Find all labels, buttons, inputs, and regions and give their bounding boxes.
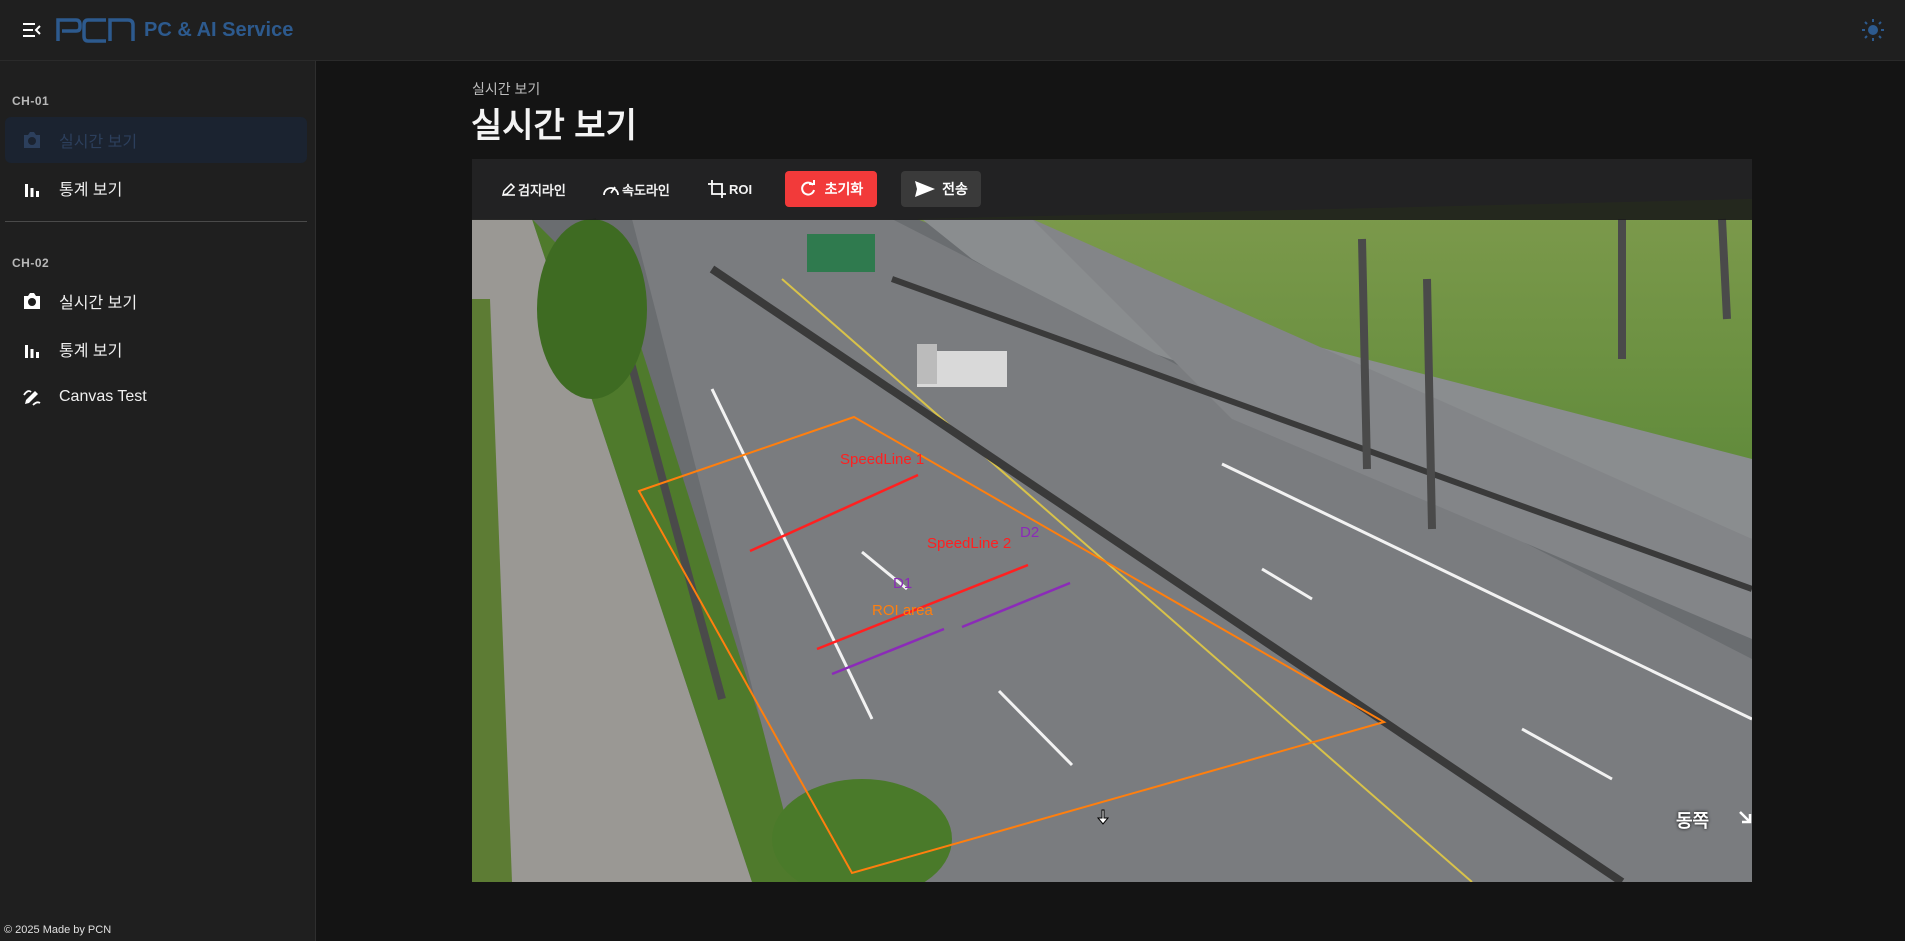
speedometer-icon [603, 186, 619, 196]
draw-icon [21, 386, 43, 408]
camera-icon [21, 129, 43, 151]
send-icon [915, 181, 936, 197]
section-title-ch02: CH-02 [12, 256, 50, 270]
camera-frame: SpeedLine 1 SpeedLine 2 D2 D1 ROI area [472, 159, 1752, 882]
sidebar-item-ch02-live[interactable]: 실시간 보기 [5, 278, 307, 324]
direction-label: 동쪽 [1676, 811, 1710, 831]
drawing-toolbar: 검지라인 속도라인 ROI 초기화 전송 [472, 159, 1752, 220]
page-title: 실시간 보기 [471, 107, 637, 145]
speed-line-tool[interactable]: 속도라인 [602, 172, 670, 206]
theme-toggle-sun-icon[interactable] [1859, 16, 1887, 44]
pencil-icon [502, 182, 516, 196]
refresh-icon [800, 180, 815, 196]
breadcrumb: 실시간 보기 [472, 81, 541, 97]
brand[interactable]: PC & AI Service [56, 17, 293, 43]
speedline1-label: SpeedLine 1 [840, 451, 924, 468]
top-app-bar: PC & AI Service [0, 0, 1905, 61]
sidebar-item-label: Canvas Test [59, 388, 147, 405]
crop-icon [708, 180, 726, 198]
roi-tool[interactable]: ROI [707, 172, 752, 206]
sidebar-item-ch01-live[interactable]: 실시간 보기 [5, 117, 307, 163]
camera-icon [21, 290, 43, 312]
sidebar-item-ch02-stats[interactable]: 통계 보기 [5, 326, 307, 372]
live-video-viewer[interactable]: SpeedLine 1 SpeedLine 2 D2 D1 ROI area 동… [472, 159, 1752, 882]
bar-chart-icon [21, 338, 43, 360]
pcn-logo-icon [56, 18, 135, 43]
detect-line-label: 검지라인 [518, 182, 566, 198]
speedline2-label: SpeedLine 2 [927, 535, 1011, 552]
roi-area-label: ROI area [872, 602, 934, 619]
detect-line-tool[interactable]: 검지라인 [502, 172, 566, 206]
footer-text: © 2025 Made by PCN [4, 924, 112, 936]
brand-name: PC & AI Service [144, 18, 294, 41]
sidebar-item-label: 통계 보기 [59, 343, 123, 360]
send-button[interactable]: 전송 [901, 171, 981, 207]
d2-label: D2 [1020, 524, 1039, 541]
sidebar-divider [5, 221, 307, 222]
bar-chart-icon [21, 177, 43, 199]
roi-label: ROI [729, 181, 753, 197]
sidebar-item-label: 실시간 보기 [59, 295, 138, 312]
reset-button[interactable]: 초기화 [785, 171, 877, 207]
send-label: 전송 [942, 181, 968, 197]
speed-line-label: 속도라인 [622, 182, 670, 198]
sidebar-item-label: 통계 보기 [59, 182, 123, 199]
sidebar: CH-01 실시간 보기 통계 보기 CH-02 실시간 보기 통계 보기 Ca… [0, 61, 316, 941]
sidebar-item-label: 실시간 보기 [59, 134, 138, 151]
section-title-ch01: CH-01 [12, 94, 50, 108]
reset-label: 초기화 [824, 181, 864, 197]
sidebar-item-ch02-canvas-test[interactable]: Canvas Test [5, 374, 307, 420]
sidebar-item-ch01-stats[interactable]: 통계 보기 [5, 165, 307, 211]
d1-label: D1 [893, 575, 912, 592]
menu-collapse-icon[interactable] [20, 18, 44, 42]
